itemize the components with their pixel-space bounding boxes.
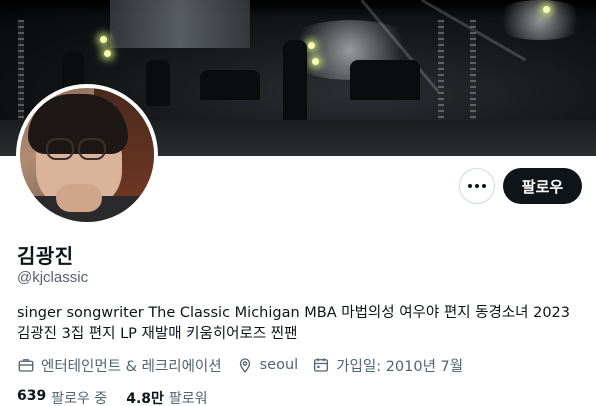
more-options-button[interactable] [459, 168, 495, 204]
banner-stage-light [312, 58, 319, 65]
avatar[interactable] [16, 84, 158, 226]
banner-stage-light [543, 6, 550, 13]
banner-stage-light [308, 42, 315, 49]
user-handle: @kjclassic [17, 269, 89, 286]
briefcase-icon [18, 359, 34, 372]
profile-meta: 엔터테인먼트 & 레크리에이션 seoul 가입일: 2010년 7월 [17, 355, 463, 375]
location-text: seoul [259, 357, 299, 373]
banner-stage-light [100, 36, 107, 43]
display-name: 김광진 [17, 244, 74, 268]
banner-truss [470, 20, 476, 130]
banner-singer-figure [283, 40, 307, 126]
following-link[interactable]: 639 팔로우 중 [17, 388, 107, 406]
more-horizontal-icon [468, 184, 486, 188]
followers-count: 4.8만 [126, 391, 164, 406]
banner-band-figures [350, 60, 420, 100]
banner-stage-light [104, 50, 111, 57]
banner-screen [110, 0, 250, 48]
following-count: 639 [17, 388, 47, 404]
banner-truss [18, 20, 24, 130]
bio-line: 김광진 3집 편지 LP 재발매 키움히어로즈 찐팬 [17, 326, 298, 342]
banner-spotlight-glow [490, 0, 590, 40]
joined-item: 가입일: 2010년 7월 [312, 355, 463, 376]
bio-line: singer songwriter The Classic Michigan M… [17, 305, 571, 321]
followers-label: 팔로워 [168, 391, 208, 406]
category-text: 엔터테인먼트 & 레크리에이션 [41, 358, 222, 375]
location-item: seoul [236, 356, 299, 374]
calendar-icon [314, 358, 329, 372]
banner-truss [438, 20, 444, 130]
profile-header: 팔로우 김광진 @kjclassic singer songwriter The… [0, 0, 596, 406]
category-item: 엔터테인먼트 & 레크리에이션 [17, 355, 222, 376]
avatar-glasses-left [46, 138, 74, 160]
avatar-glasses-right [78, 138, 106, 160]
joined-text: 가입일: 2010년 7월 [336, 358, 464, 375]
profile-bio: singer songwriter The Classic Michigan M… [17, 303, 587, 345]
following-label: 팔로우 중 [51, 391, 108, 406]
banner-drum-kit [200, 70, 260, 100]
avatar-hand [56, 184, 102, 212]
location-pin-icon [239, 358, 250, 373]
follow-stats: 639 팔로우 중 4.8만 팔로워 [17, 388, 208, 406]
followers-link[interactable]: 4.8만 팔로워 [126, 388, 207, 406]
follow-button[interactable]: 팔로우 [503, 168, 582, 204]
